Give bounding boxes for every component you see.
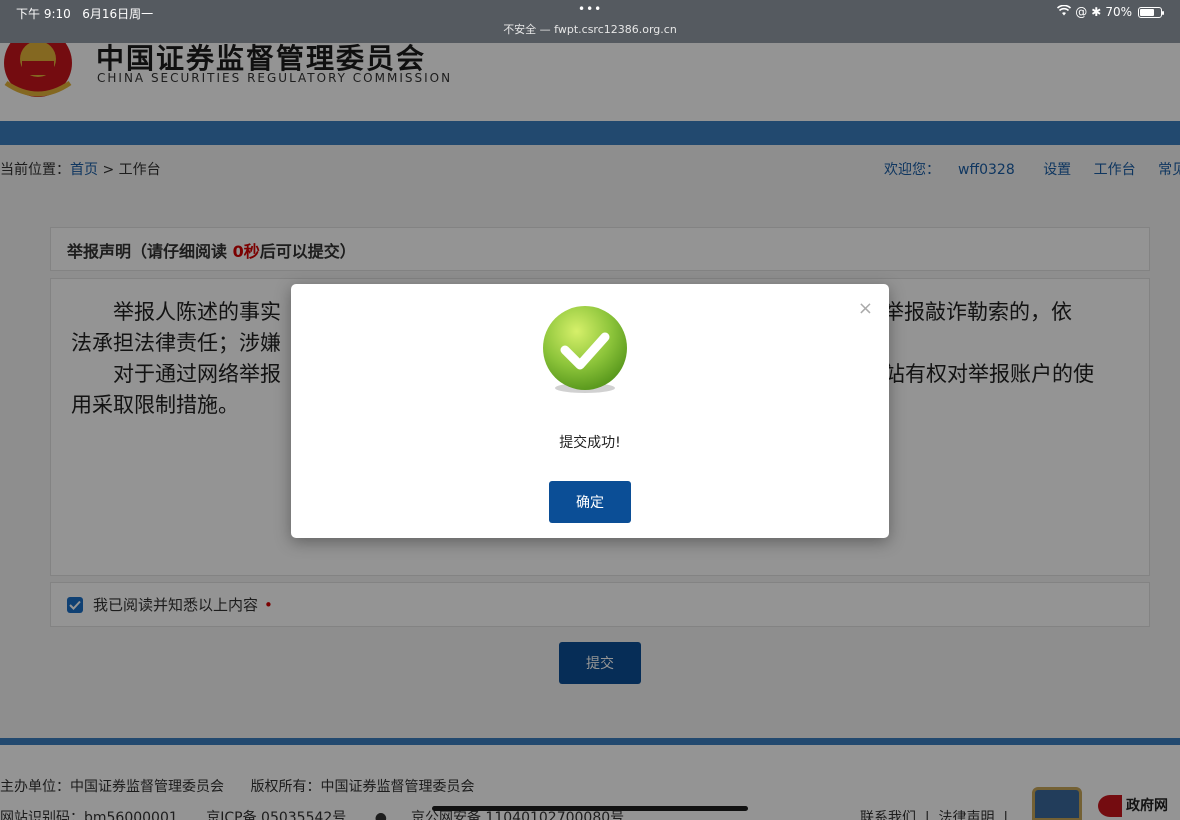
- status-time: 下午 9:10 6月16日周一: [16, 7, 154, 21]
- success-message: 提交成功!: [559, 435, 621, 451]
- success-dialog: × 提交成功! 确定: [291, 284, 889, 538]
- confirm-button[interactable]: 确定: [549, 481, 631, 523]
- wifi-icon: [1057, 4, 1072, 19]
- battery-percent: 70%: [1105, 5, 1132, 19]
- battery-icon: [1138, 6, 1164, 18]
- tab-overview-dots[interactable]: •••: [578, 2, 602, 16]
- close-icon[interactable]: ×: [858, 298, 873, 319]
- address-bar[interactable]: 不安全 — fwpt.csrc12386.org.cn: [0, 21, 1180, 37]
- bluetooth-icon: ✱: [1091, 5, 1102, 19]
- lock-rotation-icon: @: [1075, 5, 1088, 19]
- status-indicators: @ ✱ 70%: [1057, 4, 1164, 19]
- home-indicator[interactable]: [432, 806, 748, 811]
- success-check-icon: [539, 304, 631, 396]
- ios-status-bar: 下午 9:10 6月16日周一 ••• 不安全 — fwpt.csrc12386…: [0, 0, 1180, 43]
